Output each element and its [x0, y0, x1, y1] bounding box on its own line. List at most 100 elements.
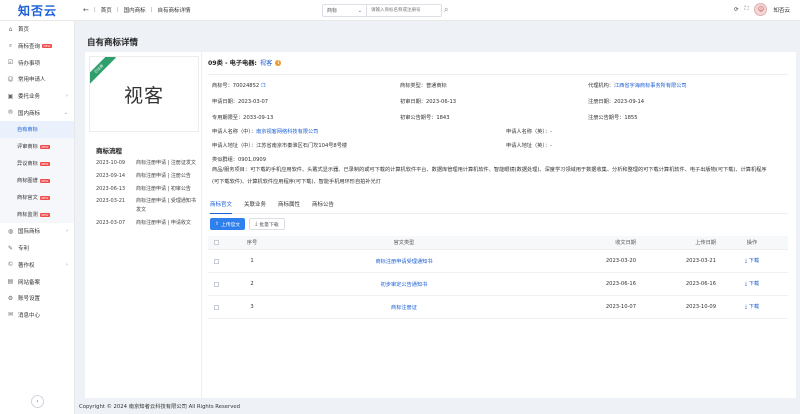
user-name[interactable]: 知否云: [773, 6, 790, 14]
class-label: 09类 - 电子电器:: [208, 60, 257, 67]
sidebar-item-copyright[interactable]: © 著作权 ›: [0, 257, 74, 274]
page-title: 自有商标详情: [87, 38, 139, 48]
search-type-select[interactable]: 商标 ⌄: [323, 5, 367, 16]
avatar[interactable]: ☺: [754, 3, 768, 16]
footer-copyright: Copyright © 2024 南京知者云科技有限公司 All Rights …: [79, 404, 240, 410]
sidebar-item-globe[interactable]: ◍ 国际商标 ›: [0, 223, 74, 240]
flow-item: 2023-03-07 商标注册申请 | 申请收文: [96, 219, 196, 228]
flow-item: 2023-06-13 商标注册申请 | 初审公告: [96, 185, 196, 194]
chevron-down-icon: ⌄: [357, 7, 362, 14]
tab-2[interactable]: 商标属性: [278, 200, 300, 214]
sidebar-item-label: 消息中心: [18, 312, 41, 319]
logo[interactable]: 知否云: [0, 0, 75, 21]
refresh-icon[interactable]: ⟳: [734, 7, 739, 13]
sidebar-item-briefcase[interactable]: ▣ 委托业务 ›: [0, 88, 74, 105]
row-type-link[interactable]: 商标注册证: [272, 304, 536, 311]
separator: |: [93, 7, 96, 13]
new-badge: NEW: [39, 178, 50, 183]
flow-desc: 商标注册申请 | 注册证发文: [136, 160, 196, 166]
flow-item: 2023-10-09 商标注册申请 | 注册证发文: [96, 159, 196, 168]
sidebar-item-label: 国际商标: [18, 229, 41, 236]
sidebar-subitem[interactable]: 异议商标 NEW: [0, 155, 74, 173]
row-recv-date: 2023-10-07: [605, 304, 636, 310]
field-address-en: 申请人地址（英）：-: [506, 143, 552, 149]
chevron-icon: ›: [66, 228, 68, 235]
mark-details: 09类 - 电子电器: 视客 i 商标号：70024852 ❐ 商标类型：普通商…: [208, 52, 796, 398]
row-download-button[interactable]: ⤓ 下载: [716, 280, 788, 288]
sidebar-item-account[interactable]: ⚙ 账号设置: [0, 290, 74, 307]
col-upload-date: 上传日期: [695, 240, 716, 246]
col-recv-date: 收文日期: [615, 240, 636, 246]
collapse-sidebar-button[interactable]: ‹: [31, 395, 44, 408]
sidebar-subitem-label: 商标官文: [17, 195, 38, 202]
sidebar-item-home[interactable]: ⌂ 首页: [0, 21, 74, 38]
row-checkbox[interactable]: [214, 258, 219, 264]
field-apply-date: 申请日期：2023-03-07: [212, 99, 269, 105]
breadcrumb-item-home[interactable]: 首页: [101, 6, 112, 14]
flow-date: 2023-06-13: [96, 185, 126, 192]
sidebar-subitem-label: 商标监测: [17, 212, 38, 219]
row-checkbox[interactable]: [214, 281, 219, 287]
row-type-link[interactable]: 商标注册申请受理通知书: [272, 258, 536, 265]
copyright-icon: ©: [7, 261, 14, 269]
table-header: 序号 官文类型 收文日期 上传日期 操作: [208, 236, 788, 250]
flow-date: 2023-10-09: [96, 160, 126, 166]
tab-3[interactable]: 商标公告: [312, 200, 334, 214]
sidebar-subitem[interactable]: 商标官文 NEW: [0, 189, 74, 207]
field-reg-pub-no: 注册公告期号：1855: [588, 115, 638, 121]
sidebar-item-user[interactable]: ☺ 常用申请人: [0, 71, 74, 88]
field-reg-no: 商标号：70024852 ❐: [212, 83, 266, 89]
mark-name: 视客: [259, 60, 273, 67]
tab-bar: 商标官文 关联业务 商标属性 商标公告: [208, 200, 788, 214]
todo-icon: ☑: [7, 59, 14, 67]
flow-date: 2023-03-21: [96, 198, 126, 205]
info-icon[interactable]: i: [275, 59, 282, 66]
account-icon: ⚙: [7, 294, 14, 302]
flow-list: 2023-10-09 商标注册申请 | 注册证发文 2023-09-14 商标注册申请…: [96, 159, 196, 232]
sidebar-item-label: 待办事项: [18, 60, 41, 67]
row-type-link[interactable]: 初步审定公告通知书: [272, 281, 536, 288]
row-download-button[interactable]: ⤓ 下载: [716, 303, 788, 311]
row-download-button[interactable]: ⤓ 下载: [716, 257, 788, 265]
download-icon: ⤓: [255, 222, 258, 227]
sidebar-subitem[interactable]: 评审商标 NEW: [0, 138, 74, 156]
website-icon: ▤: [7, 278, 14, 286]
sidebar-subitem[interactable]: 商标监测 NEW: [0, 206, 74, 224]
search-input[interactable]: [367, 5, 441, 16]
sidebar: ⌂ 首页 ⌕ 商标查询 NEW ☑ 待办事项 ☺ 常用申请人 ▣ 委托业务 › ® 国内商标 ⌄ 自有商标评…: [0, 21, 75, 414]
tab-0[interactable]: 商标官文: [210, 200, 233, 214]
sidebar-item-label: 常用申请人: [18, 77, 46, 84]
col-type: 官文类型: [393, 240, 415, 246]
flow-title: 商标流程: [96, 147, 122, 155]
separator: |: [116, 7, 119, 13]
upload-button[interactable]: ⇪ 上传官文: [210, 218, 246, 230]
row-checkbox-cell: [208, 258, 232, 264]
tab-1[interactable]: 关联业务: [244, 200, 266, 214]
row-checkbox[interactable]: [214, 304, 219, 310]
field-reg-date: 注册日期：2023-09-14: [588, 99, 645, 105]
sidebar-item-trademark[interactable]: ® 国内商标 ⌄: [0, 104, 74, 121]
select-all-checkbox[interactable]: [214, 240, 219, 245]
detail-card: 已注册 视客 商标流程 2023-10-09 商标注册申请 | 注册证发文 2023…: [85, 52, 796, 398]
batch-download-button[interactable]: ⤓ 批量下载: [249, 218, 285, 230]
fullscreen-icon[interactable]: ⛶: [745, 6, 749, 13]
sidebar-item-todo[interactable]: ☑ 待办事项: [0, 54, 74, 71]
table-body: 1 商标注册申请受理通知书 2023-03-20 2023-03-21 ⤓ 下载 2 初步审…: [208, 250, 788, 319]
sidebar-subitem[interactable]: 商标图谱 NEW: [0, 172, 74, 190]
back-arrow-icon[interactable]: ←: [83, 6, 89, 14]
sidebar-item-website[interactable]: ▤ 网站备案: [0, 273, 74, 290]
search-icon[interactable]: ⌕: [444, 5, 448, 15]
home-icon: ⌂: [8, 25, 13, 33]
copy-icon[interactable]: ❐: [261, 83, 266, 89]
separator: |: [150, 7, 153, 13]
sidebar-item-search[interactable]: ⌕ 商标查询 NEW: [0, 38, 74, 55]
chevron-icon: ⌄: [63, 109, 68, 116]
sidebar-item-patent[interactable]: ✎ 专利: [0, 240, 74, 257]
flow-item: 2023-09-14 商标注册申请 | 注册公告: [96, 172, 196, 181]
breadcrumb-item-domestic[interactable]: 国内商标: [124, 6, 146, 14]
sidebar-subitem[interactable]: 自有商标: [0, 121, 74, 139]
briefcase-icon: ▣: [7, 92, 14, 100]
sidebar-subitem-label: 异议商标: [17, 161, 38, 168]
new-badge: NEW: [39, 195, 50, 200]
sidebar-item-message[interactable]: ✉ 消息中心: [0, 307, 74, 324]
